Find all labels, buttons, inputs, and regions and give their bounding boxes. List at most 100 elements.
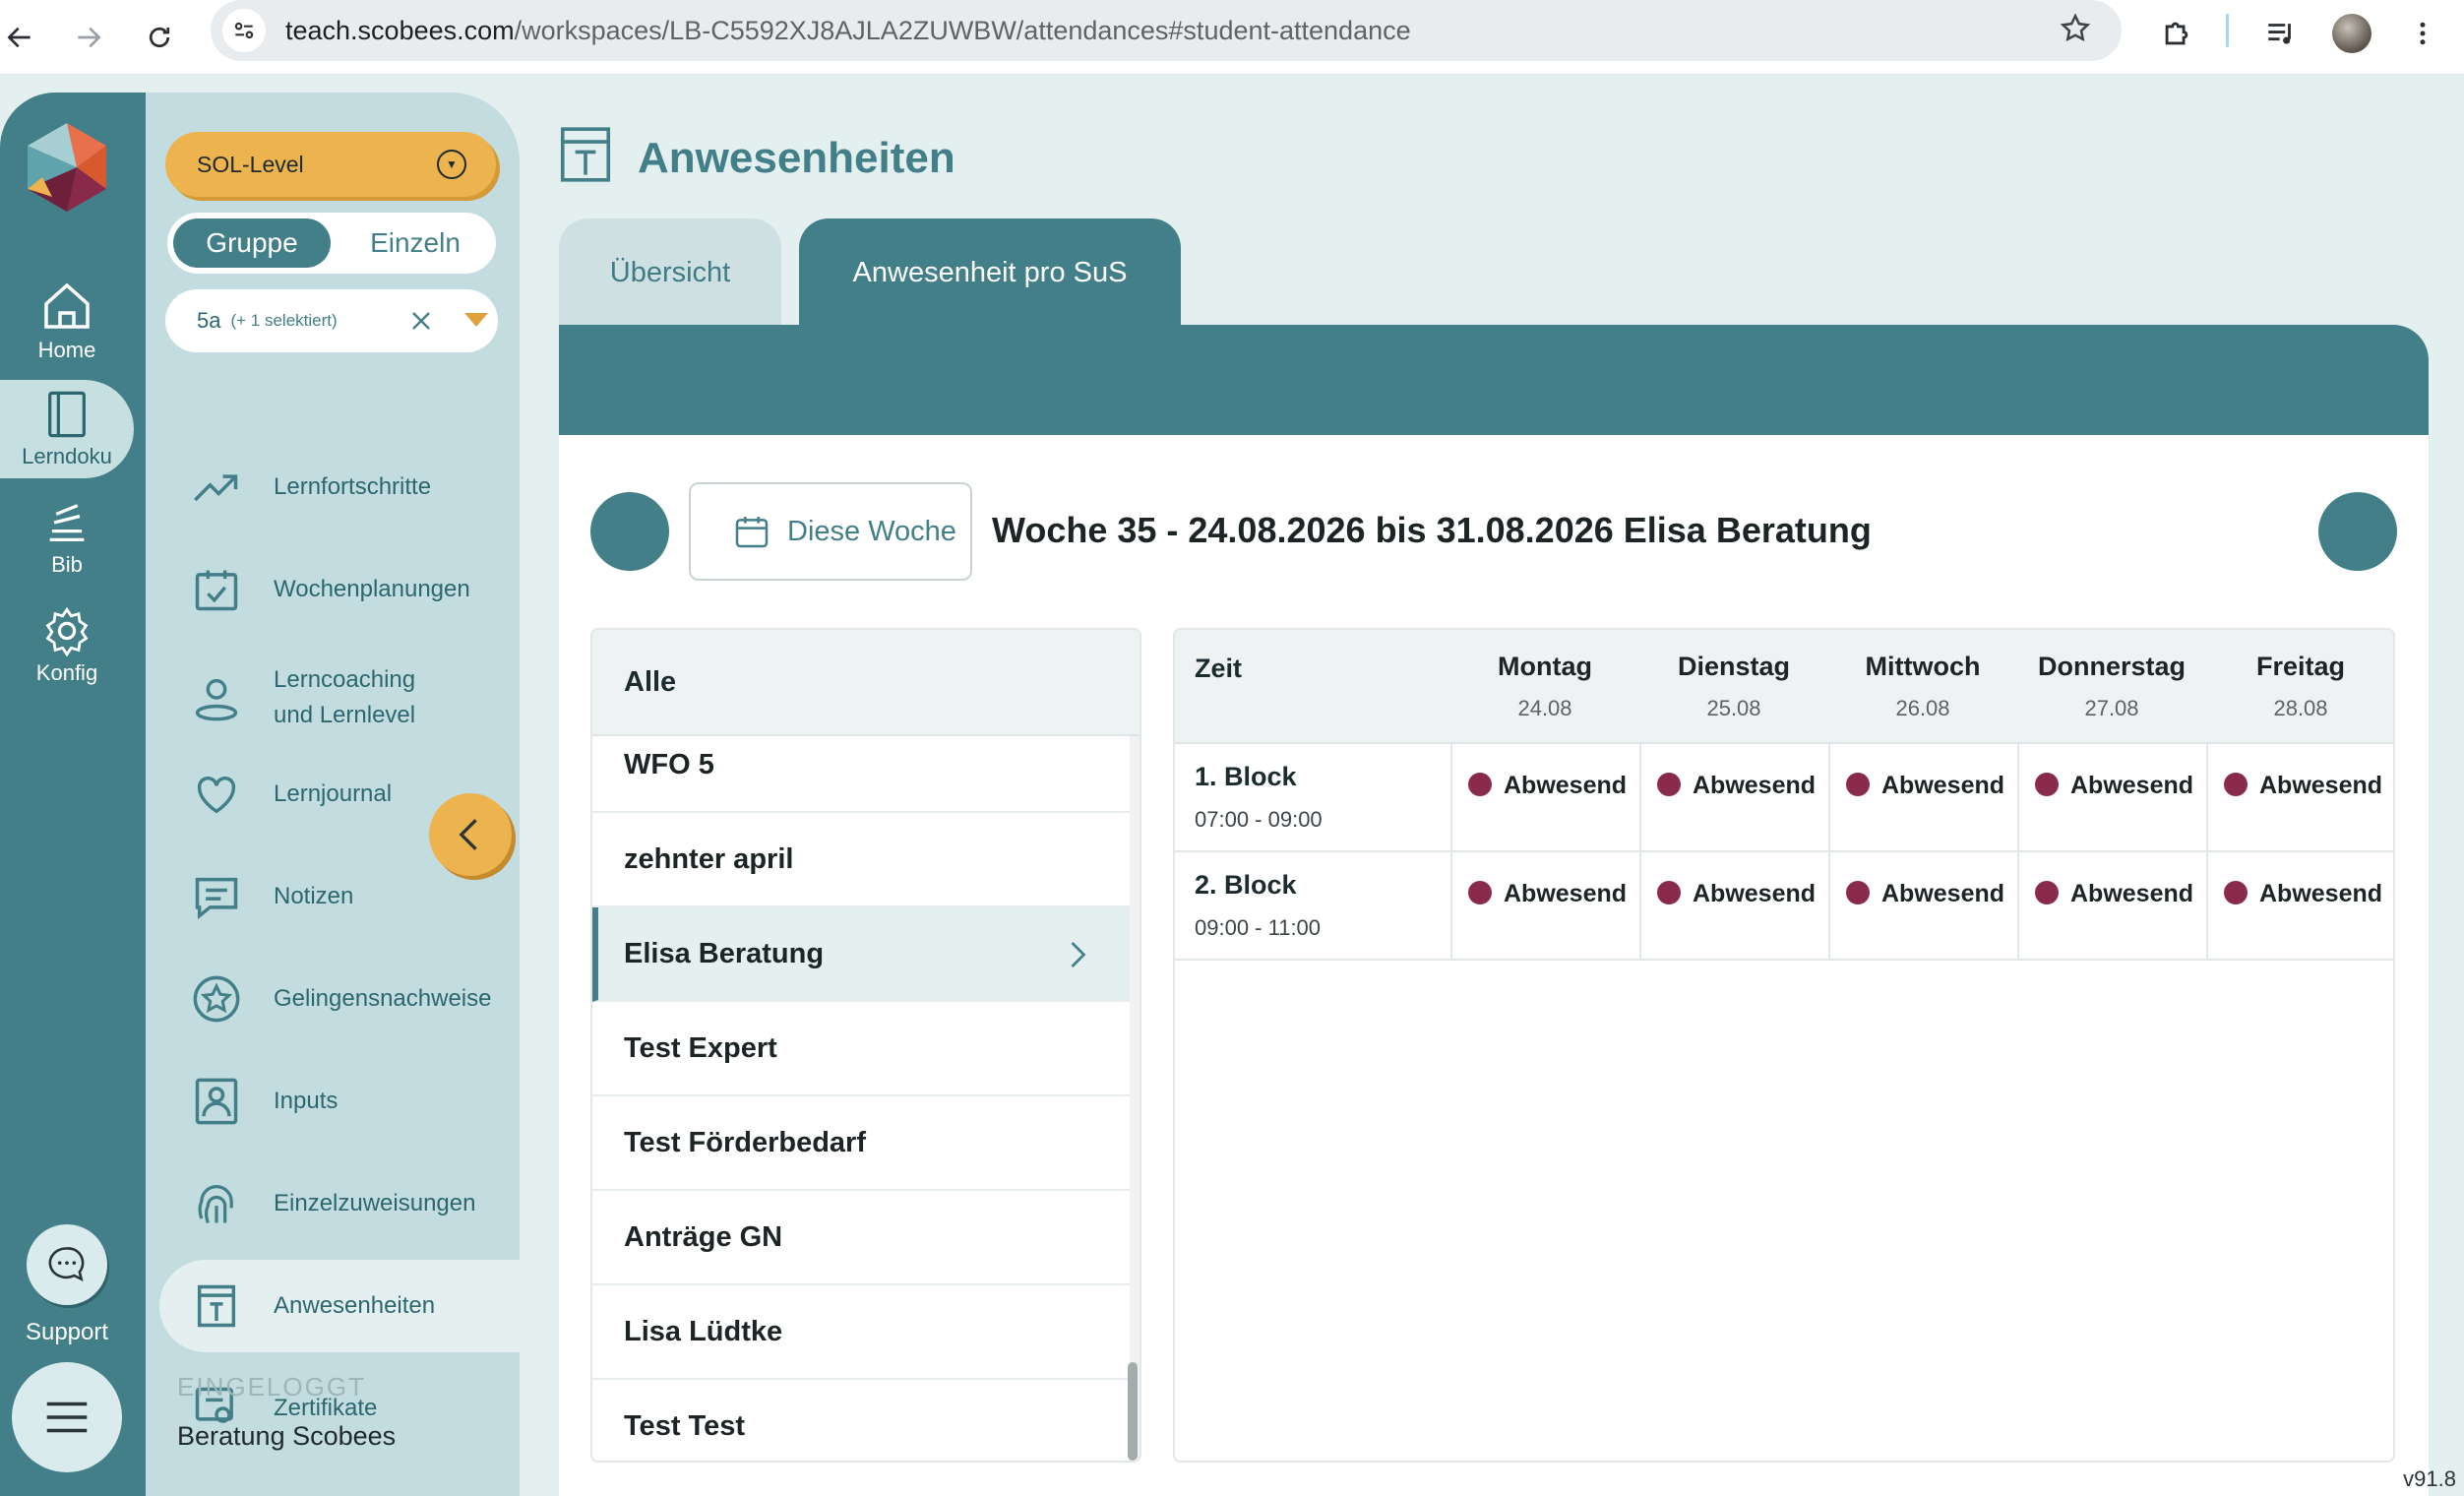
attendance-table: Zeit Montag 24.08 Dienstag 25.08 Mittwoc… xyxy=(1173,628,2395,1463)
class-select[interactable]: 5a (+ 1 selektiert) xyxy=(165,289,498,352)
menu-button[interactable] xyxy=(12,1362,122,1472)
rail-item-lerndoku[interactable]: Lerndoku xyxy=(0,380,134,478)
attendance-status: Abwesend xyxy=(2070,772,2194,799)
sidebar-item-label: Inputs xyxy=(274,1088,339,1114)
sidebar-item-einzelzuweisungen[interactable]: Einzelzuweisungen xyxy=(159,1157,520,1250)
day-date: 26.08 xyxy=(1895,696,1950,720)
rail-item-bib[interactable]: Bib xyxy=(0,488,134,587)
url-text: teach.scobees.com/workspaces/LB-C5592XJ8… xyxy=(285,15,1411,45)
tab-uebersicht[interactable]: Übersicht xyxy=(559,218,781,327)
puzzle-icon xyxy=(2165,22,2188,45)
attendance-cell[interactable]: Abwesend xyxy=(1450,852,1639,959)
attendance-cell[interactable]: Abwesend xyxy=(1450,744,1639,850)
list-item[interactable]: Test Förderbedarf xyxy=(592,1096,1130,1191)
reload-button[interactable] xyxy=(132,10,187,65)
chevron-down-circle-icon: ▼ xyxy=(437,150,466,179)
trend-icon xyxy=(189,460,244,515)
version-label: v91.8 xyxy=(2403,1466,2456,1491)
home-icon xyxy=(44,282,90,329)
rail-item-label: Konfig xyxy=(35,660,98,685)
day-name: Mittwoch xyxy=(1865,652,1981,681)
collapse-sidebar-button[interactable] xyxy=(429,793,512,876)
attendance-status: Abwesend xyxy=(1881,772,2005,799)
previous-week-button[interactable] xyxy=(590,492,669,571)
list-item[interactable]: Test Test xyxy=(592,1380,1130,1461)
reload-icon xyxy=(149,27,170,48)
bookmark-star-icon[interactable] xyxy=(2059,12,2092,50)
class-select-extra: (+ 1 selektiert) xyxy=(230,311,338,330)
calendar-check-icon xyxy=(189,562,244,617)
back-button[interactable] xyxy=(0,10,47,65)
app-logo[interactable] xyxy=(18,118,116,217)
book-icon xyxy=(48,391,86,438)
day-name: Donnerstag xyxy=(2037,652,2187,681)
list-item[interactable]: Lisa Lüdtke xyxy=(592,1285,1130,1380)
attendance-cell[interactable]: Abwesend xyxy=(1639,852,1828,959)
week-title: Woche 35 - 24.08.2026 bis 31.08.2026 Eli… xyxy=(992,510,1872,550)
list-item[interactable]: zehnter april xyxy=(592,813,1130,907)
attendance-cell[interactable]: Abwesend xyxy=(1828,852,2017,959)
student-list-header[interactable]: Alle xyxy=(592,630,1140,736)
browser-menu-button[interactable] xyxy=(2395,6,2450,61)
browser-toolbar: teach.scobees.com/workspaces/LB-C5592XJ8… xyxy=(0,0,2464,75)
attendance-cell[interactable]: Abwesend xyxy=(2017,852,2206,959)
caret-down-icon[interactable] xyxy=(464,313,488,327)
attendance-cell[interactable]: Abwesend xyxy=(2206,744,2393,850)
media-control-button[interactable] xyxy=(2253,6,2309,61)
list-item-selected[interactable]: Elisa Beratung xyxy=(592,907,1130,1002)
forward-button[interactable] xyxy=(61,10,116,65)
this-week-button[interactable]: Diese Woche xyxy=(689,482,972,581)
support-button[interactable]: Support xyxy=(0,1224,134,1346)
toggle-single[interactable]: Einzeln xyxy=(342,218,488,268)
scrollbar-thumb[interactable] xyxy=(1128,1362,1138,1461)
sidebar-item-label: Lernjournal xyxy=(274,780,393,807)
scrollbar-track[interactable] xyxy=(1130,736,1140,1461)
student-list-items[interactable]: WFO 5 zehnter april Elisa Beratung Test … xyxy=(592,736,1130,1461)
day-date: 27.08 xyxy=(2084,696,2139,720)
site-info-icon[interactable] xyxy=(222,9,266,52)
chevron-right-icon xyxy=(1059,937,1094,980)
sidebar-item-anwesenheiten[interactable]: Anwesenheiten xyxy=(159,1260,520,1352)
attendance-cell[interactable]: Abwesend xyxy=(2017,744,2206,850)
clear-icon[interactable] xyxy=(405,305,437,342)
sidebar-item-label: Wochenplanungen xyxy=(274,576,470,602)
address-bar[interactable]: teach.scobees.com/workspaces/LB-C5592XJ8… xyxy=(211,0,2122,61)
day-header-friday: Freitag 28.08 xyxy=(2206,652,2393,721)
day-name: Montag xyxy=(1498,652,1592,681)
attendance-cell[interactable]: Abwesend xyxy=(1639,744,1828,850)
attendance-status: Abwesend xyxy=(2259,772,2383,799)
absent-dot-icon xyxy=(2035,881,2059,904)
class-select-value: 5a xyxy=(197,308,221,333)
attendance-status: Abwesend xyxy=(1693,880,1817,907)
sidebar-item-gelingensnachweise[interactable]: Gelingensnachweise xyxy=(159,953,520,1045)
profile-avatar-button[interactable] xyxy=(2324,6,2379,61)
fingerprint-icon xyxy=(189,1176,244,1231)
more-vert-icon xyxy=(2420,22,2426,45)
next-week-button[interactable] xyxy=(2318,492,2397,571)
rail-item-konfig[interactable]: Konfig xyxy=(0,596,134,695)
sidebar-item-lernfortschritte[interactable]: Lernfortschritte xyxy=(159,441,520,533)
list-item[interactable]: WFO 5 xyxy=(592,736,1130,813)
level-select[interactable]: SOL-Level ▼ xyxy=(165,132,496,197)
portrait-icon xyxy=(189,1074,244,1129)
toggle-group[interactable]: Gruppe xyxy=(173,218,331,268)
attendance-status: Abwesend xyxy=(2259,880,2383,907)
rail-item-home[interactable]: Home xyxy=(0,272,134,370)
extensions-button[interactable] xyxy=(2149,6,2204,61)
list-item[interactable]: Anträge GN xyxy=(592,1191,1130,1285)
day-date: 25.08 xyxy=(1706,696,1761,720)
tab-anwesenheit-pro-sus[interactable]: Anwesenheit pro SuS xyxy=(799,218,1181,327)
sidebar-item-wochenplanungen[interactable]: Wochenplanungen xyxy=(159,543,520,636)
list-item[interactable]: Test Expert xyxy=(592,1002,1130,1096)
back-arrow-icon xyxy=(7,27,31,48)
sidebar-item-lerncoaching[interactable]: Lerncoaching und Lernlevel xyxy=(159,644,520,752)
star-badge-icon xyxy=(189,971,244,1027)
attendance-cell[interactable]: Abwesend xyxy=(1828,744,2017,850)
sidebar-item-inputs[interactable]: Inputs xyxy=(159,1055,520,1148)
page-title: Anwesenheiten xyxy=(638,134,955,182)
attendance-status: Abwesend xyxy=(1504,772,1628,799)
note-icon xyxy=(189,869,244,924)
attendance-icon xyxy=(189,1278,244,1334)
person-icon xyxy=(189,670,244,725)
attendance-cell[interactable]: Abwesend xyxy=(2206,852,2393,959)
